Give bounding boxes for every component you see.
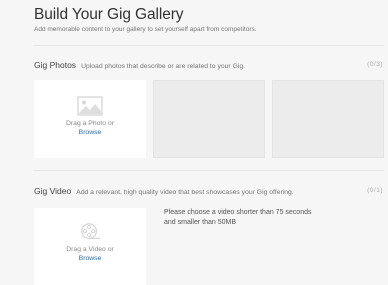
- video-requirements-note: Please choose a video shorter than 75 se…: [164, 209, 312, 226]
- photo-upload-text: Drag a Photo or: [66, 120, 114, 127]
- image-icon: [77, 96, 103, 116]
- video-section-title: Gig Video: [34, 186, 72, 196]
- photos-section-header: Gig Photos Upload photos that describe or…: [34, 60, 245, 70]
- divider: [34, 45, 384, 46]
- photos-section-title: Gig Photos: [34, 60, 77, 70]
- page-subtitle: Add memorable content to your gallery to…: [34, 26, 257, 33]
- video-section-header: Gig Video Add a relevant, high quality vi…: [34, 186, 294, 196]
- photo-upload-dropzone[interactable]: Drag a Photo or Browse: [34, 80, 146, 158]
- photo-slot-3[interactable]: [272, 80, 384, 158]
- video-counter: (0/1): [367, 187, 383, 194]
- divider: [34, 170, 384, 171]
- video-upload-text: Drag a Video or: [66, 246, 114, 253]
- photo-slot-2[interactable]: [153, 80, 265, 158]
- photos-counter: (0/3): [367, 61, 383, 68]
- video-browse-link[interactable]: Browse: [79, 255, 102, 262]
- video-upload-dropzone[interactable]: Drag a Video or Browse: [34, 208, 146, 285]
- film-reel-icon: [81, 223, 100, 239]
- photos-section-description: Upload photos that describe or are relat…: [81, 63, 246, 70]
- video-section-description: Add a relevant, high quality video that …: [76, 189, 294, 196]
- photo-browse-link[interactable]: Browse: [79, 129, 102, 136]
- page-title: Build Your Gig Gallery: [34, 6, 184, 23]
